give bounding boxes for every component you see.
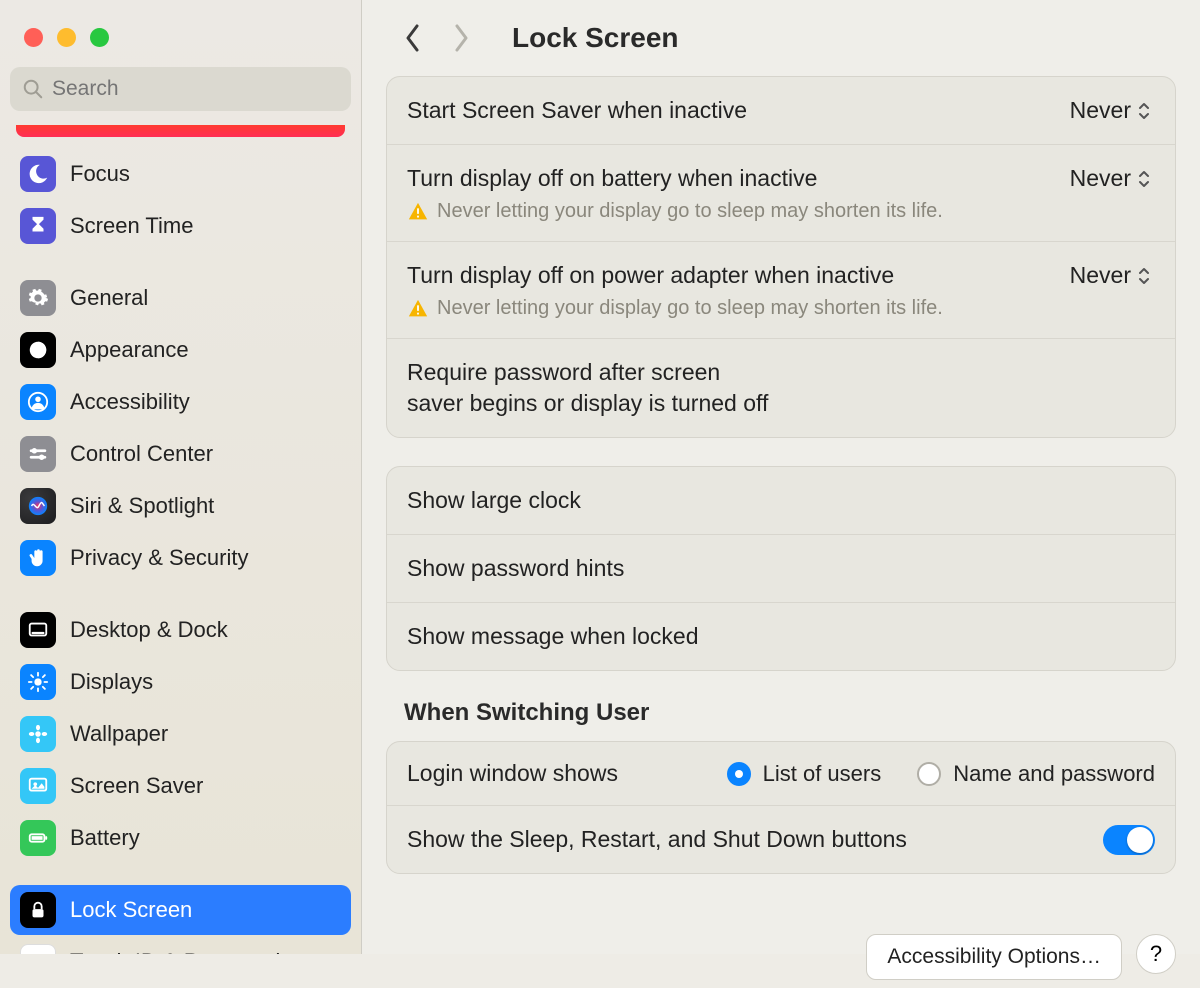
battery-display-warning: Never letting your display go to sleep m… bbox=[437, 200, 943, 223]
main-pane: Lock Screen Start Screen Saver when inac… bbox=[362, 0, 1200, 954]
nav-forward-button[interactable] bbox=[446, 23, 476, 53]
adapter-display-popup[interactable]: Never bbox=[1066, 260, 1155, 291]
sidebar-item-appearance[interactable]: Appearance bbox=[10, 325, 351, 375]
search-icon bbox=[22, 78, 44, 100]
sidebar-item-label: Desktop & Dock bbox=[70, 617, 228, 643]
sidebar-item-accessibility[interactable]: Accessibility bbox=[10, 377, 351, 427]
panel-show: Show large clock Show password hints Sho… bbox=[386, 466, 1176, 671]
sliders-icon bbox=[20, 436, 56, 472]
panel-inactive: Start Screen Saver when inactive Never T… bbox=[386, 76, 1176, 438]
sidebar-item-control-center[interactable]: Control Center bbox=[10, 429, 351, 479]
hand-icon bbox=[20, 540, 56, 576]
maximize-window-button[interactable] bbox=[90, 28, 109, 47]
page-title: Lock Screen bbox=[512, 22, 679, 54]
sidebar-item-lock-screen[interactable]: Lock Screen bbox=[10, 885, 351, 935]
screensaver-popup[interactable]: Never bbox=[1066, 95, 1155, 126]
sidebar-item-label: Touch ID & Password bbox=[70, 949, 280, 954]
battery-display-value: Never bbox=[1070, 165, 1131, 192]
screensaver-label: Start Screen Saver when inactive bbox=[407, 95, 1050, 126]
moon-icon bbox=[20, 156, 56, 192]
person-icon bbox=[20, 384, 56, 420]
siri-icon bbox=[20, 488, 56, 524]
minimize-window-button[interactable] bbox=[57, 28, 76, 47]
sidebar-item-desktop-dock[interactable]: Desktop & Dock bbox=[10, 605, 351, 655]
password-hints-label: Show password hints bbox=[407, 553, 1155, 584]
battery-display-popup[interactable]: Never bbox=[1066, 163, 1155, 194]
nav-back-button[interactable] bbox=[398, 23, 428, 53]
warning-icon bbox=[407, 298, 429, 320]
sidebar-item-wallpaper[interactable]: Wallpaper bbox=[10, 709, 351, 759]
adapter-display-warning: Never letting your display go to sleep m… bbox=[437, 297, 943, 320]
help-button[interactable]: ? bbox=[1136, 934, 1176, 974]
sleep-buttons-label: Show the Sleep, Restart, and Shut Down b… bbox=[407, 824, 1087, 855]
close-window-button[interactable] bbox=[24, 28, 43, 47]
flower-icon bbox=[20, 716, 56, 752]
sidebar: Focus Screen Time General Appearance Accessi… bbox=[0, 0, 362, 954]
screensaver-icon bbox=[20, 768, 56, 804]
sidebar-item-label: Battery bbox=[70, 825, 140, 851]
lock-icon bbox=[20, 892, 56, 928]
sidebar-item-privacy-security[interactable]: Privacy & Security bbox=[10, 533, 351, 583]
radio-circle-icon bbox=[917, 762, 941, 786]
sidebar-item-partial[interactable] bbox=[16, 125, 345, 137]
adapter-display-value: Never bbox=[1070, 262, 1131, 289]
radio-name-password[interactable]: Name and password bbox=[917, 761, 1155, 787]
warning-icon bbox=[407, 201, 429, 223]
sidebar-item-label: Screen Saver bbox=[70, 773, 203, 799]
sidebar-item-label: General bbox=[70, 285, 148, 311]
sleep-buttons-switch[interactable] bbox=[1103, 825, 1155, 855]
sidebar-item-label: Privacy & Security bbox=[70, 545, 249, 571]
window-controls bbox=[0, 0, 361, 67]
hourglass-icon bbox=[20, 208, 56, 244]
large-clock-label: Show large clock bbox=[407, 485, 1155, 516]
adapter-display-label: Turn display off on power adapter when i… bbox=[407, 260, 1050, 291]
search-field[interactable] bbox=[10, 67, 351, 111]
chevron-updown-icon bbox=[1137, 267, 1151, 285]
sidebar-item-label: Displays bbox=[70, 669, 153, 695]
radio-list-label: List of users bbox=[763, 761, 882, 787]
sidebar-item-general[interactable]: General bbox=[10, 273, 351, 323]
chevron-updown-icon bbox=[1137, 102, 1151, 120]
sidebar-item-label: Lock Screen bbox=[70, 897, 192, 923]
login-window-label: Login window shows bbox=[407, 760, 618, 787]
battery-display-label: Turn display off on battery when inactiv… bbox=[407, 163, 1050, 194]
battery-icon bbox=[20, 820, 56, 856]
accessibility-options-button[interactable]: Accessibility Options… bbox=[866, 934, 1122, 980]
sidebar-item-label: Siri & Spotlight bbox=[70, 493, 214, 519]
switching-user-title: When Switching User bbox=[404, 699, 1176, 727]
sun-icon bbox=[20, 664, 56, 700]
message-locked-label: Show message when locked bbox=[407, 621, 1155, 652]
search-input[interactable] bbox=[52, 77, 339, 101]
sidebar-item-siri-spotlight[interactable]: Siri & Spotlight bbox=[10, 481, 351, 531]
screensaver-value: Never bbox=[1070, 97, 1131, 124]
login-window-radio-group: List of users Name and password bbox=[727, 761, 1155, 787]
panel-switching: Login window shows List of users Name an… bbox=[386, 741, 1176, 874]
sidebar-item-label: Control Center bbox=[70, 441, 213, 467]
require-password-label: Require password after screen saver begi… bbox=[407, 357, 773, 419]
fingerprint-icon bbox=[20, 944, 56, 954]
sidebar-item-touch-id-password[interactable]: Touch ID & Password bbox=[10, 937, 351, 954]
dock-icon bbox=[20, 612, 56, 648]
sidebar-item-label: Wallpaper bbox=[70, 721, 168, 747]
chevron-updown-icon bbox=[1137, 170, 1151, 188]
contrast-icon bbox=[20, 332, 56, 368]
sidebar-item-label: Focus bbox=[70, 161, 130, 187]
sidebar-item-label: Screen Time bbox=[70, 213, 194, 239]
footer: Accessibility Options… ? bbox=[362, 926, 1200, 988]
sidebar-item-screen-time[interactable]: Screen Time bbox=[10, 201, 351, 251]
gear-icon bbox=[20, 280, 56, 316]
sidebar-item-displays[interactable]: Displays bbox=[10, 657, 351, 707]
sidebar-item-label: Accessibility bbox=[70, 389, 190, 415]
header: Lock Screen bbox=[362, 0, 1200, 76]
sidebar-list[interactable]: Focus Screen Time General Appearance Accessi… bbox=[0, 125, 361, 954]
sidebar-item-focus[interactable]: Focus bbox=[10, 149, 351, 199]
sidebar-item-battery[interactable]: Battery bbox=[10, 813, 351, 863]
sidebar-item-label: Appearance bbox=[70, 337, 189, 363]
sidebar-item-screen-saver[interactable]: Screen Saver bbox=[10, 761, 351, 811]
radio-list-of-users[interactable]: List of users bbox=[727, 761, 882, 787]
radio-name-label: Name and password bbox=[953, 761, 1155, 787]
radio-circle-icon bbox=[727, 762, 751, 786]
